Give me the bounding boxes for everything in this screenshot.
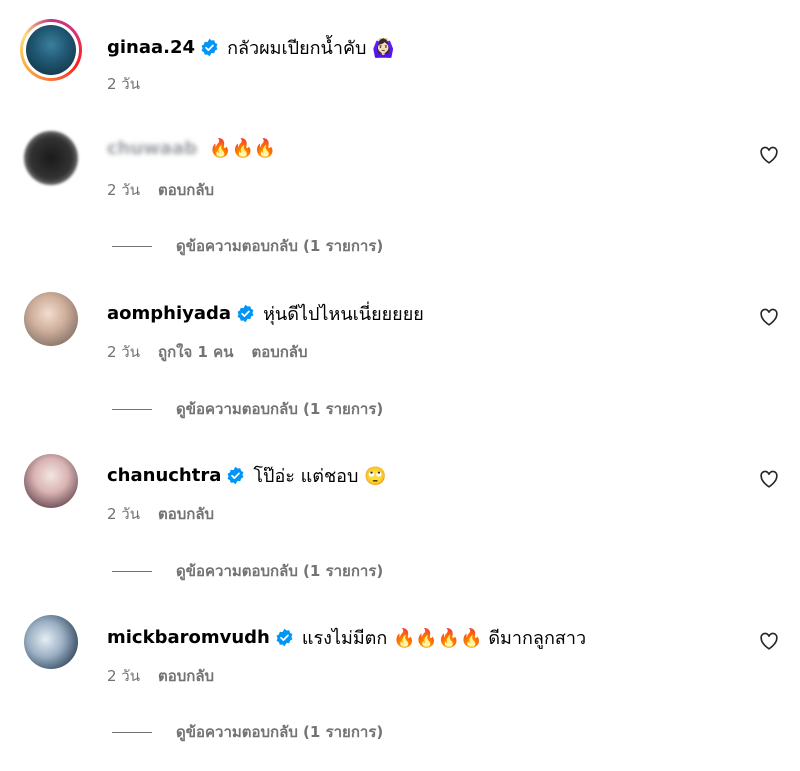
view-replies-label: ดูข้อความตอบกลับ (1 รายการ) bbox=[176, 237, 384, 255]
reply-button[interactable]: ตอบกลับ bbox=[251, 340, 307, 364]
reply-button[interactable]: ตอบกลับ bbox=[158, 664, 214, 688]
comment-username[interactable]: chuwaab bbox=[107, 138, 197, 159]
comment-time[interactable]: 2 วัน bbox=[107, 340, 140, 364]
divider bbox=[112, 408, 152, 410]
divider bbox=[112, 731, 152, 733]
comment-username[interactable]: aomphiyada bbox=[107, 303, 231, 324]
view-replies-button[interactable]: ดูข้อความตอบกลับ (1 รายการ) bbox=[112, 720, 383, 744]
avatar[interactable] bbox=[20, 19, 82, 81]
comment-username[interactable]: chanuchtra bbox=[107, 465, 221, 486]
comment-time[interactable]: 2 วัน bbox=[107, 664, 140, 688]
view-replies-button[interactable]: ดูข้อความตอบกลับ (1 รายการ) bbox=[112, 234, 383, 258]
divider bbox=[112, 245, 152, 247]
view-replies-label: ดูข้อความตอบกลับ (1 รายการ) bbox=[176, 400, 384, 418]
heart-outline-icon[interactable] bbox=[759, 308, 779, 326]
comment-text: หุ่นดีไปไหนเนี่ยยยยย bbox=[263, 304, 424, 325]
comment-time[interactable]: 2 วัน bbox=[107, 502, 140, 526]
heart-outline-icon[interactable] bbox=[759, 146, 779, 164]
heart-outline-icon[interactable] bbox=[759, 632, 779, 650]
view-replies-button[interactable]: ดูข้อความตอบกลับ (1 รายการ) bbox=[112, 559, 383, 583]
avatar[interactable] bbox=[24, 615, 78, 669]
comment-text: แรงไม่มีตก 🔥🔥🔥🔥 ดีมากลูกสาว bbox=[301, 628, 587, 649]
comment-time[interactable]: 2 วัน bbox=[107, 72, 140, 96]
reply-button[interactable]: ตอบกลับ bbox=[158, 178, 214, 202]
comment-text: 🔥🔥🔥 bbox=[209, 138, 277, 159]
view-replies-label: ดูข้อความตอบกลับ (1 รายการ) bbox=[176, 562, 384, 580]
verified-badge-icon bbox=[237, 304, 254, 323]
heart-outline-icon[interactable] bbox=[759, 470, 779, 488]
comment-text: กลัวผมเปียกน้ำคับ 🙆🏻‍♀️ bbox=[227, 38, 395, 59]
view-replies-button[interactable]: ดูข้อความตอบกลับ (1 รายการ) bbox=[112, 397, 383, 421]
avatar[interactable] bbox=[24, 454, 78, 508]
avatar[interactable] bbox=[24, 131, 78, 185]
reply-button[interactable]: ตอบกลับ bbox=[158, 502, 214, 526]
verified-badge-icon bbox=[227, 466, 244, 485]
comment-time[interactable]: 2 วัน bbox=[107, 178, 140, 202]
verified-badge-icon bbox=[201, 38, 218, 57]
verified-badge-icon bbox=[276, 628, 293, 647]
divider bbox=[112, 570, 152, 572]
likes-count[interactable]: ถูกใจ 1 คน bbox=[158, 340, 233, 364]
comment-username[interactable]: mickbaromvudh bbox=[107, 627, 270, 648]
comment-text: โป๊อ่ะ แต่ชอบ 🙄 bbox=[253, 466, 387, 487]
view-replies-label: ดูข้อความตอบกลับ (1 รายการ) bbox=[176, 723, 384, 741]
comment-username[interactable]: ginaa.24 bbox=[107, 37, 195, 58]
avatar[interactable] bbox=[24, 292, 78, 346]
